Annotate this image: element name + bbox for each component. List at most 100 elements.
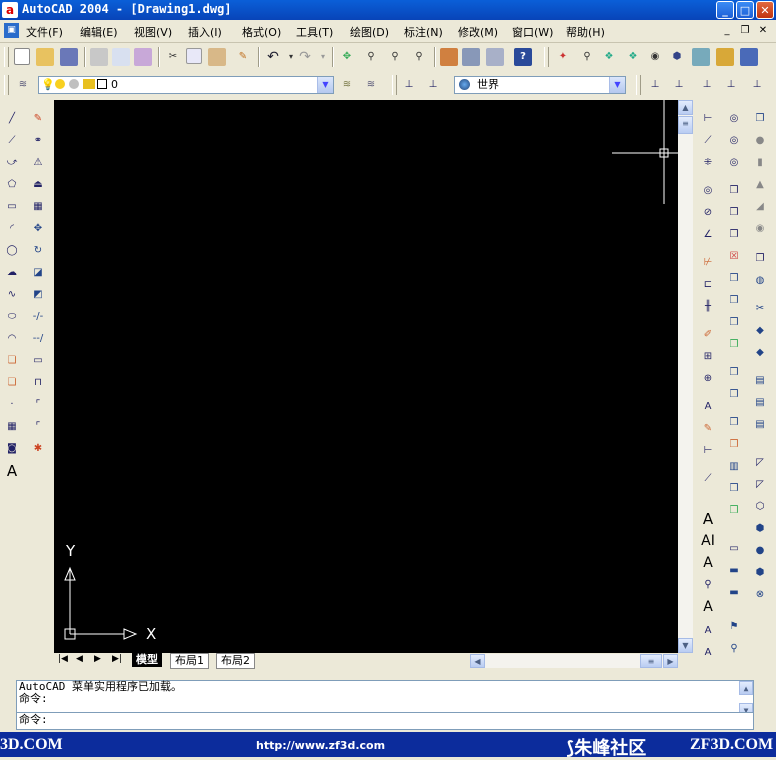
- radius-dim-icon[interactable]: ◎: [699, 182, 717, 200]
- continue-dim-icon[interactable]: ╫: [699, 298, 717, 316]
- vertical-scrollbar[interactable]: ▲ ≡ ▼: [678, 100, 693, 653]
- cone-icon[interactable]: ▲: [751, 176, 769, 194]
- diameter-dim-icon[interactable]: ⊘: [699, 204, 717, 222]
- command-line[interactable]: 命令:: [16, 712, 754, 730]
- hatch-icon[interactable]: ▦: [3, 418, 21, 436]
- properties-icon[interactable]: [440, 48, 458, 66]
- web-icon[interactable]: ❖: [600, 48, 618, 66]
- linear-dim-icon[interactable]: ⊢: [699, 110, 717, 128]
- view-globe-icon[interactable]: ⊗: [751, 586, 769, 604]
- quick-dim-icon[interactable]: ⊬: [699, 254, 717, 272]
- scroll-thumb[interactable]: ≡: [678, 116, 693, 134]
- design-center-icon[interactable]: [462, 48, 480, 66]
- slice-icon[interactable]: ✂: [751, 300, 769, 318]
- pan-icon[interactable]: ✥: [338, 48, 356, 66]
- scenes-icon[interactable]: ⚑: [725, 618, 743, 636]
- match-properties-icon[interactable]: ✎: [234, 48, 252, 66]
- zoom-realtime-icon[interactable]: ⚲: [362, 48, 380, 66]
- mdi-minimize-button[interactable]: _: [720, 24, 734, 38]
- baseline-dim-icon[interactable]: ⊏: [699, 276, 717, 294]
- chevron-down-icon[interactable]: ▼: [317, 77, 333, 93]
- prev-tab-icon[interactable]: ◀: [76, 654, 83, 664]
- cylinder-icon[interactable]: ▮: [751, 154, 769, 172]
- zoom-previous-icon[interactable]: ⚲: [410, 48, 428, 66]
- redo-icon[interactable]: ↷: [296, 48, 314, 66]
- point-a-icon[interactable]: ⬢: [668, 48, 686, 66]
- view-top-icon[interactable]: ◸: [751, 454, 769, 472]
- ellipse-arc-icon[interactable]: ◠: [3, 330, 21, 348]
- taper-faces-icon[interactable]: ❒: [725, 292, 743, 310]
- center-mark-icon[interactable]: ⊕: [699, 370, 717, 388]
- extend-icon[interactable]: --/: [29, 330, 47, 348]
- ucs-origin-icon[interactable]: ⊥: [646, 76, 664, 94]
- close-button[interactable]: ✕: [756, 1, 774, 19]
- menu-file[interactable]: 文件(F): [26, 24, 63, 40]
- next-tab-icon[interactable]: ▶: [94, 654, 101, 664]
- revolve-icon[interactable]: ◍: [751, 272, 769, 290]
- extrude-faces-icon[interactable]: ❒: [725, 182, 743, 200]
- view-cube-icon[interactable]: ⬢: [751, 564, 769, 582]
- revision-cloud-icon[interactable]: ☁: [3, 264, 21, 282]
- ucs-icon[interactable]: ⊥: [400, 76, 418, 94]
- section-icon[interactable]: ◆: [751, 322, 769, 340]
- menu-help[interactable]: 帮助(H): [566, 24, 605, 40]
- plot-preview-icon[interactable]: [112, 48, 130, 66]
- paste-icon[interactable]: [208, 48, 226, 66]
- shell-icon[interactable]: ❒: [725, 480, 743, 498]
- dim-update-icon[interactable]: ⊢: [699, 442, 717, 460]
- text-style-icon[interactable]: A: [699, 598, 717, 616]
- document-icon[interactable]: ▣: [4, 23, 19, 38]
- open-icon[interactable]: [36, 48, 54, 66]
- scroll-down-button[interactable]: ▼: [678, 638, 693, 653]
- line-icon[interactable]: ╱: [3, 110, 21, 128]
- copy-icon[interactable]: [186, 48, 202, 64]
- circle-icon[interactable]: ◯: [3, 242, 21, 260]
- layer-combo[interactable]: 💡 0 ▼: [38, 76, 334, 94]
- lights-icon[interactable]: ⚲: [725, 640, 743, 658]
- find-text-icon[interactable]: ⚲: [699, 576, 717, 594]
- save-icon[interactable]: [60, 48, 78, 66]
- break-at-point-icon[interactable]: ▭: [29, 352, 47, 370]
- wedge-icon[interactable]: ◢: [751, 198, 769, 216]
- shade-icon[interactable]: ▬: [725, 562, 743, 580]
- view-front-icon[interactable]: ◸: [751, 476, 769, 494]
- drawing-canvas[interactable]: Y X: [54, 100, 678, 653]
- delete-faces-icon[interactable]: ☒: [725, 248, 743, 266]
- redo-dropdown-icon[interactable]: ▾: [314, 48, 332, 66]
- ucs-3point-icon[interactable]: ⊥: [698, 76, 716, 94]
- move-icon[interactable]: ✥: [29, 220, 47, 238]
- setup-drawing-icon[interactable]: ▤: [751, 372, 769, 390]
- copy-object-icon[interactable]: ⚭: [29, 132, 47, 150]
- undo-icon[interactable]: ↶: [264, 48, 282, 66]
- menu-edit[interactable]: 编辑(E): [80, 24, 118, 40]
- autocad-app-icon[interactable]: a: [2, 2, 18, 18]
- ucs-x-icon[interactable]: ⊥: [722, 76, 740, 94]
- separate-icon[interactable]: ▥: [725, 458, 743, 476]
- break-icon[interactable]: ⊓: [29, 374, 47, 392]
- point-b-icon[interactable]: [692, 48, 710, 66]
- explode-icon[interactable]: ✱: [29, 440, 47, 458]
- angular-dim-icon[interactable]: ∠: [699, 226, 717, 244]
- dim-edit-icon[interactable]: A: [699, 398, 717, 416]
- spline-icon[interactable]: ∿: [3, 286, 21, 304]
- copy-edges-icon[interactable]: ❒: [725, 364, 743, 382]
- meet-now-icon[interactable]: ◉: [646, 48, 664, 66]
- zoom-window-icon[interactable]: ⚲: [386, 48, 404, 66]
- view-iso-icon[interactable]: ⬡: [751, 498, 769, 516]
- mdi-restore-button[interactable]: ❐: [738, 24, 752, 38]
- zoom-search-icon[interactable]: ⚲: [578, 48, 596, 66]
- menu-insert[interactable]: 插入(I): [188, 24, 222, 40]
- make-object-layer-current-icon[interactable]: ≋: [338, 76, 356, 94]
- cut-icon[interactable]: ✂: [164, 48, 182, 66]
- edit-text-icon[interactable]: A: [699, 554, 717, 572]
- last-tab-icon[interactable]: ▶|: [112, 654, 122, 664]
- mdi-close-button[interactable]: ✕: [756, 24, 770, 38]
- menu-window[interactable]: 窗口(W): [512, 24, 553, 40]
- render-icon[interactable]: ▬: [725, 584, 743, 602]
- help-icon[interactable]: ?: [514, 48, 532, 66]
- ucs-combo[interactable]: 世界 ▼: [454, 76, 626, 94]
- array-icon[interactable]: ▦: [29, 198, 47, 216]
- tab-layout2[interactable]: 布局2: [216, 653, 255, 669]
- leader-icon[interactable]: ✐: [699, 326, 717, 344]
- interfere-icon[interactable]: ◆: [751, 344, 769, 362]
